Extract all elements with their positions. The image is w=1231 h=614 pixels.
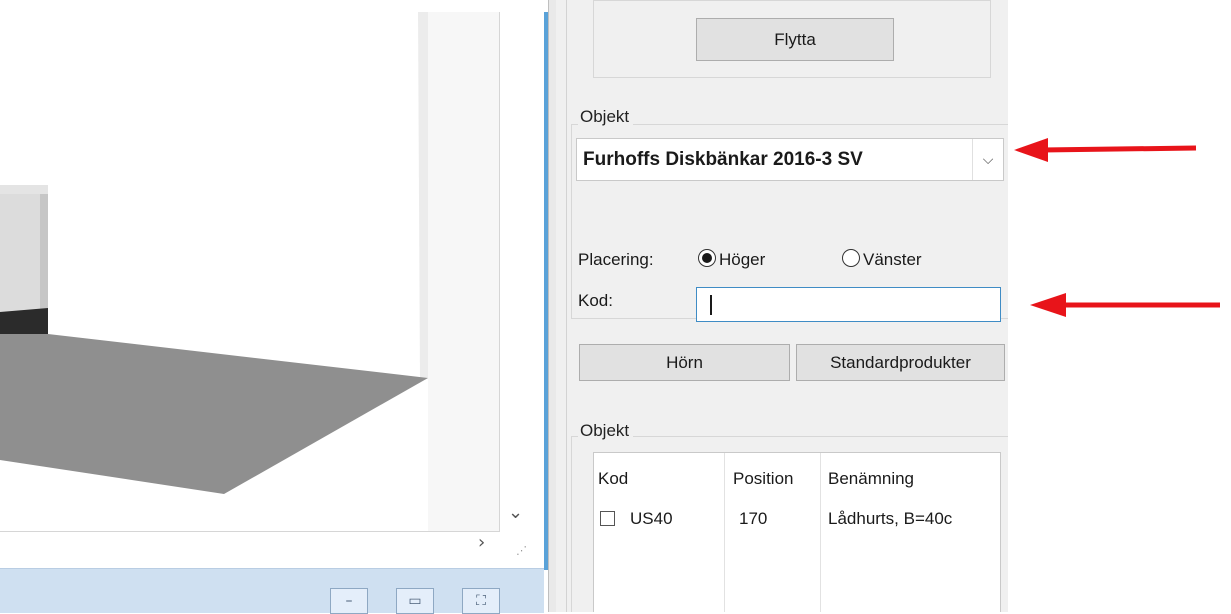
radio-right-label[interactable]: Höger [719, 250, 765, 270]
annotation-arrow-dropdown [1014, 138, 1197, 162]
object-group-label: Objekt [578, 107, 634, 127]
objects-table[interactable]: Kod Position Benämning US40 170 Lådhurts… [593, 452, 1001, 612]
row-checkbox[interactable] [600, 511, 615, 526]
standard-products-button[interactable]: Standardprodukter [796, 344, 1005, 381]
column-header-position[interactable]: Position [733, 469, 793, 489]
scroll-down-icon[interactable]: ⌄ [508, 502, 523, 523]
objects-group-label: Objekt [578, 421, 634, 441]
scroll-right-icon[interactable]: › [478, 532, 485, 553]
chevron-down-icon[interactable]: ⌵ [972, 139, 1003, 180]
row-code: US40 [630, 509, 673, 528]
radio-left[interactable] [842, 249, 860, 267]
radio-right[interactable] [698, 249, 716, 267]
object-selector-value: Furhoffs Diskbänkar 2016-3 SV [583, 149, 863, 170]
toolbar-button[interactable]: ▭ [396, 588, 434, 614]
column-header-name[interactable]: Benämning [828, 469, 914, 489]
placement-label: Placering: [578, 250, 654, 269]
column-header-code[interactable]: Kod [598, 469, 628, 489]
row-name: Lådhurts, B=40c [828, 509, 953, 528]
3d-scene[interactable] [0, 12, 542, 572]
toolbar-button[interactable]: – [330, 588, 368, 614]
toolbar-button[interactable]: ⛶ [462, 588, 500, 614]
corner-button[interactable]: Hörn [579, 344, 790, 381]
text-caret [710, 295, 712, 315]
annotation-arrow-code [1030, 293, 1220, 317]
resize-grip-icon[interactable]: ⋰ [516, 544, 527, 557]
viewport-toolbar: – ▭ ⛶ [0, 568, 544, 614]
3d-viewport[interactable]: ⌄ › ⋰ [0, 12, 542, 612]
countertop [0, 185, 48, 194]
row-position: 170 [739, 509, 768, 528]
move-button[interactable]: Flytta [696, 18, 894, 61]
object-selector-dropdown[interactable]: Furhoffs Diskbänkar 2016-3 SV ⌵ [576, 138, 1004, 181]
code-input[interactable] [696, 287, 1001, 322]
radio-left-label[interactable]: Vänster [863, 250, 922, 270]
code-label: Kod: [578, 291, 613, 310]
